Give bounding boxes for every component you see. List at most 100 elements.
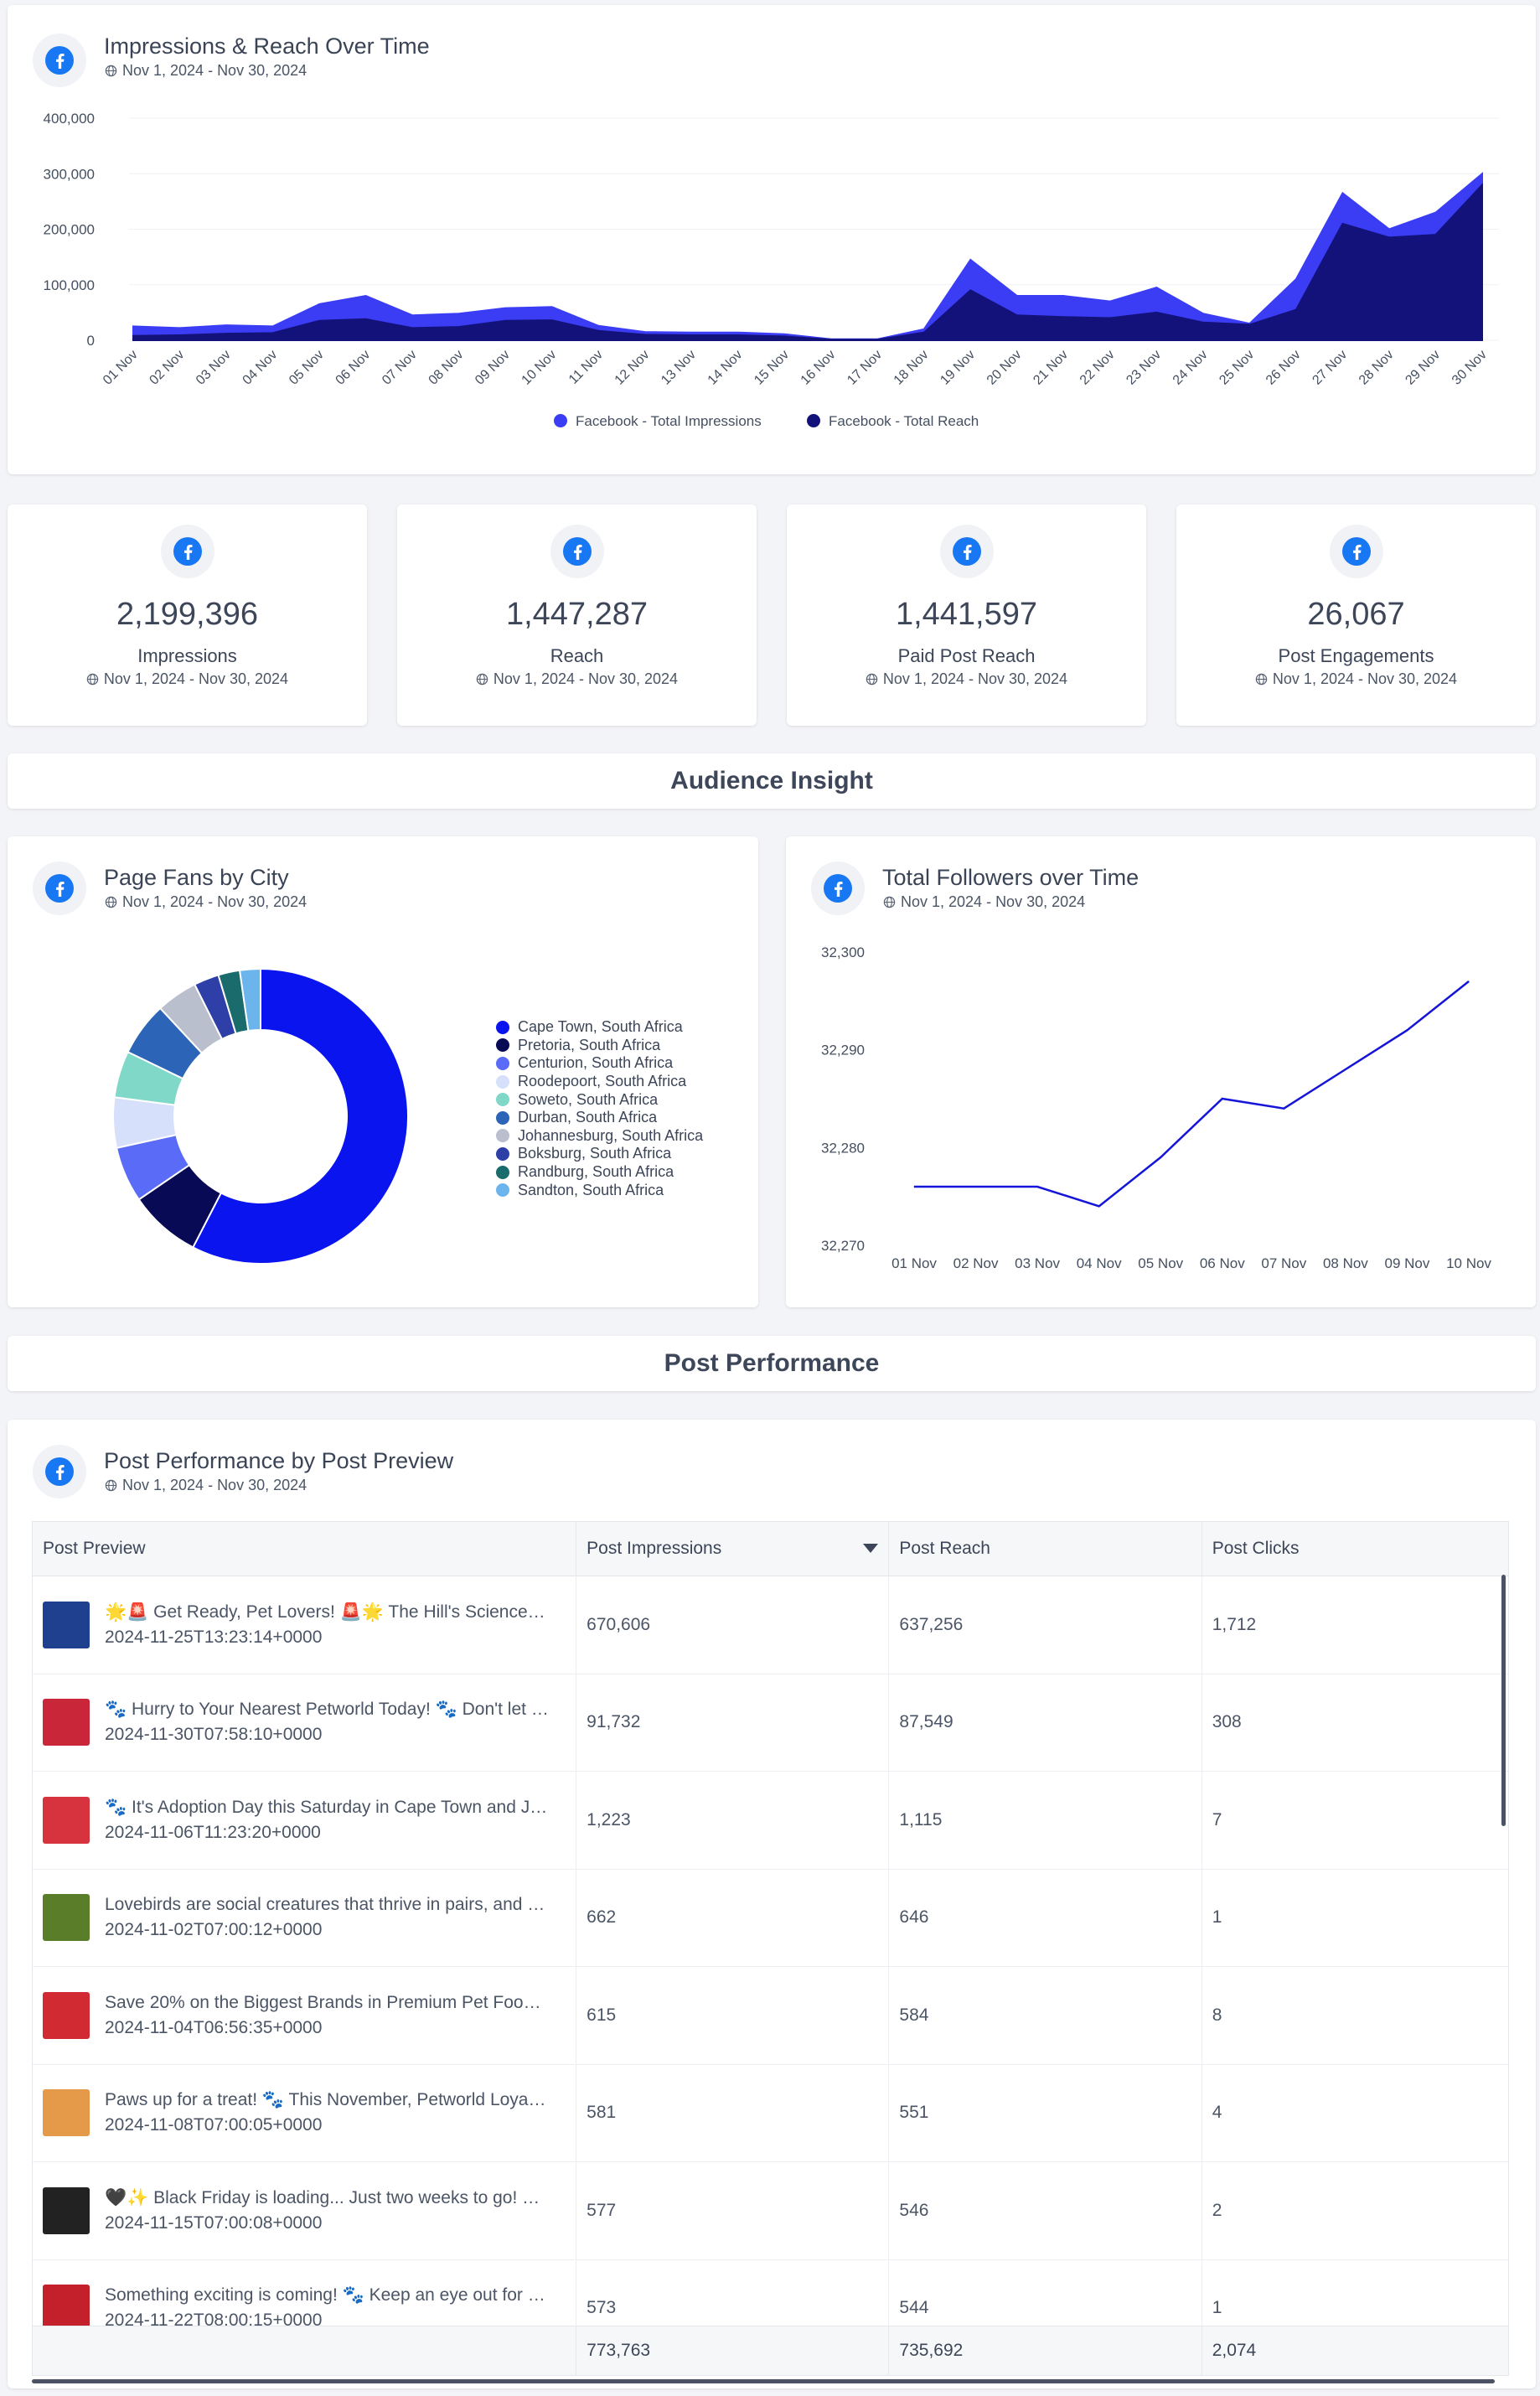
sort-desc-icon[interactable] <box>863 1544 879 1554</box>
column-header-post-clicks[interactable]: Post Clicks <box>1202 1522 1508 1576</box>
legend-item[interactable]: Roodepoort, South Africa <box>496 1073 703 1091</box>
legend-item[interactable]: Pretoria, South Africa <box>496 1037 703 1055</box>
x-tick-label: 08 Nov <box>1323 1255 1368 1271</box>
x-tick-label: 01 Nov <box>101 348 141 388</box>
x-tick-label: 04 Nov <box>240 348 281 388</box>
legend-label: Durban, South Africa <box>518 1109 658 1126</box>
post-preview-cell[interactable]: Paws up for a treat! 🐾 This November, Pe… <box>33 2064 577 2161</box>
post-preview-cell[interactable]: 🖤✨ Black Friday is loading... Just two w… <box>33 2162 577 2259</box>
globe-icon <box>105 896 117 908</box>
table-row[interactable]: 🐾 It's Adoption Day this Saturday in Cap… <box>32 1772 1509 1870</box>
vertical-scrollbar[interactable] <box>1501 1575 1506 1826</box>
post-thumbnail[interactable] <box>43 1699 90 1747</box>
post-thumbnail[interactable] <box>43 1601 90 1648</box>
y-tick-label: 32,270 <box>821 1238 865 1254</box>
data-point <box>1388 229 1390 230</box>
column-header-post-reach[interactable]: Post Reach <box>889 1522 1202 1576</box>
data-point <box>458 313 460 314</box>
legend-label: Johannesburg, South Africa <box>518 1126 704 1144</box>
data-point <box>644 331 646 333</box>
kpi-card-paid-reach: 1,441,597 Paid Post Reach Nov 1, 2024 - … <box>787 505 1146 726</box>
post-thumbnail[interactable] <box>43 1894 90 1942</box>
post-thumbnail[interactable] <box>43 2186 90 2234</box>
post-clicks: 7 <box>1212 1809 1222 1829</box>
post-thumbnail[interactable] <box>43 2089 90 2137</box>
table-row[interactable]: Lovebirds are social creatures that thri… <box>32 1869 1509 1967</box>
data-point <box>365 318 367 320</box>
kpi-label: Reach <box>550 645 604 666</box>
legend-item[interactable]: Soweto, South Africa <box>496 1090 703 1109</box>
table-row[interactable]: Save 20% on the Biggest Brands in Premiu… <box>32 1967 1509 2065</box>
data-point <box>1160 1157 1161 1158</box>
post-preview-cell[interactable]: 🐾 It's Adoption Day this Saturday in Cap… <box>33 1772 577 1869</box>
post-preview-cell[interactable]: Something exciting is coming! 🐾 Keep an … <box>33 2259 577 2326</box>
x-tick-label: 23 Nov <box>1124 348 1164 388</box>
data-point <box>1295 309 1297 311</box>
x-tick-label: 09 Nov <box>473 348 513 388</box>
table-row[interactable]: Paws up for a treat! 🐾 This November, Pe… <box>32 2064 1509 2162</box>
x-tick-label: 21 Nov <box>1031 348 1071 388</box>
legend-item[interactable]: Sandton, South Africa <box>496 1181 703 1199</box>
section-audience-insight: Audience Insight <box>8 753 1536 809</box>
post-preview-cell[interactable]: Save 20% on the Biggest Brands in Premiu… <box>33 1967 577 2064</box>
legend-label: Pretoria, South Africa <box>518 1036 661 1053</box>
table-row[interactable]: Something exciting is coming! 🐾 Keep an … <box>32 2259 1509 2326</box>
legend-swatch <box>496 1038 509 1053</box>
data-point <box>551 306 553 308</box>
date-range: Nov 1, 2024 - Nov 30, 2024 <box>8 670 367 688</box>
legend-label: Boksburg, South Africa <box>518 1145 672 1162</box>
post-preview-cell[interactable]: 🌟🚨 Get Ready, Pet Lovers! 🚨🌟 The Hill's … <box>33 1576 577 1674</box>
post-thumbnail[interactable] <box>43 1796 90 1844</box>
horizontal-scrollbar[interactable] <box>32 2379 1495 2383</box>
post-clicks: 2 <box>1212 2200 1222 2220</box>
legend-item[interactable]: Boksburg, South Africa <box>496 1145 703 1163</box>
legend-item[interactable]: Johannesburg, South Africa <box>496 1127 703 1146</box>
post-clicks: 8 <box>1212 2005 1222 2025</box>
post-preview-cell[interactable]: Lovebirds are social creatures that thri… <box>33 1869 577 1966</box>
x-tick-label: 05 Nov <box>287 348 327 388</box>
kpi-value: 1,447,287 <box>505 597 649 632</box>
total-reach: 735,692 <box>889 2326 1202 2375</box>
data-point <box>969 259 971 261</box>
column-header-post-preview[interactable]: Post Preview <box>33 1522 577 1576</box>
legend-item[interactable]: Durban, South Africa <box>496 1109 703 1127</box>
data-point <box>1345 1069 1346 1070</box>
post-impressions: 670,606 <box>576 1576 890 1674</box>
post-clicks: 308 <box>1212 1712 1242 1732</box>
kpi-card-impressions: 2,199,396 Impressions Nov 1, 2024 - Nov … <box>8 505 367 726</box>
post-clicks: 4 <box>1212 2103 1222 2123</box>
page-fans-card: Page Fans by City Nov 1, 2024 - Nov 30, … <box>8 836 758 1307</box>
post-impressions: 577 <box>576 2162 890 2259</box>
data-point <box>1481 184 1483 185</box>
post-preview-cell[interactable]: 🐾 Hurry to Your Nearest Petworld Today! … <box>33 1674 577 1771</box>
table-row[interactable]: 🖤✨ Black Friday is loading... Just two w… <box>32 2162 1509 2260</box>
post-reach: 544 <box>889 2259 1202 2326</box>
total-impressions: 773,763 <box>576 2326 890 2375</box>
kpi-label: Post Engagements <box>1278 645 1434 666</box>
post-title: 🐾 Hurry to Your Nearest Petworld Today! … <box>105 1700 549 1720</box>
data-point <box>458 326 460 328</box>
post-thumbnail[interactable] <box>43 1991 90 2039</box>
legend-label: Cape Town, South Africa <box>518 1018 683 1036</box>
total-clicks: 2,074 <box>1212 2341 1257 2360</box>
kpi-value: 26,067 <box>1307 597 1405 632</box>
impressions-reach-card: Impressions & Reach Over Time Nov 1, 202… <box>8 5 1536 474</box>
post-reach: 87,549 <box>889 1674 1202 1771</box>
data-point <box>272 332 274 334</box>
post-title: 🌟🚨 Get Ready, Pet Lovers! 🚨🌟 The Hill's … <box>105 1602 549 1622</box>
facebook-icon <box>939 525 994 578</box>
legend-item[interactable]: Cape Town, South Africa <box>496 1018 703 1037</box>
facebook-icon <box>550 525 604 578</box>
table-row[interactable]: 🌟🚨 Get Ready, Pet Lovers! 🚨🌟 The Hill's … <box>32 1576 1509 1674</box>
section-post-performance: Post Performance <box>8 1336 1536 1391</box>
post-thumbnail[interactable] <box>43 2285 90 2326</box>
x-tick-label: 30 Nov <box>1450 348 1490 388</box>
column-header-post-impressions[interactable]: Post Impressions <box>576 1522 890 1576</box>
legend-item[interactable]: Centurion, South Africa <box>496 1054 703 1073</box>
facebook-icon <box>160 525 214 578</box>
date-range: Nov 1, 2024 - Nov 30, 2024 <box>397 670 757 688</box>
post-impressions: 573 <box>576 2259 890 2326</box>
legend-label: Facebook - Total Reach <box>829 413 979 429</box>
table-row[interactable]: 🐾 Hurry to Your Nearest Petworld Today! … <box>32 1674 1509 1772</box>
legend-item[interactable]: Randburg, South Africa <box>496 1163 703 1182</box>
